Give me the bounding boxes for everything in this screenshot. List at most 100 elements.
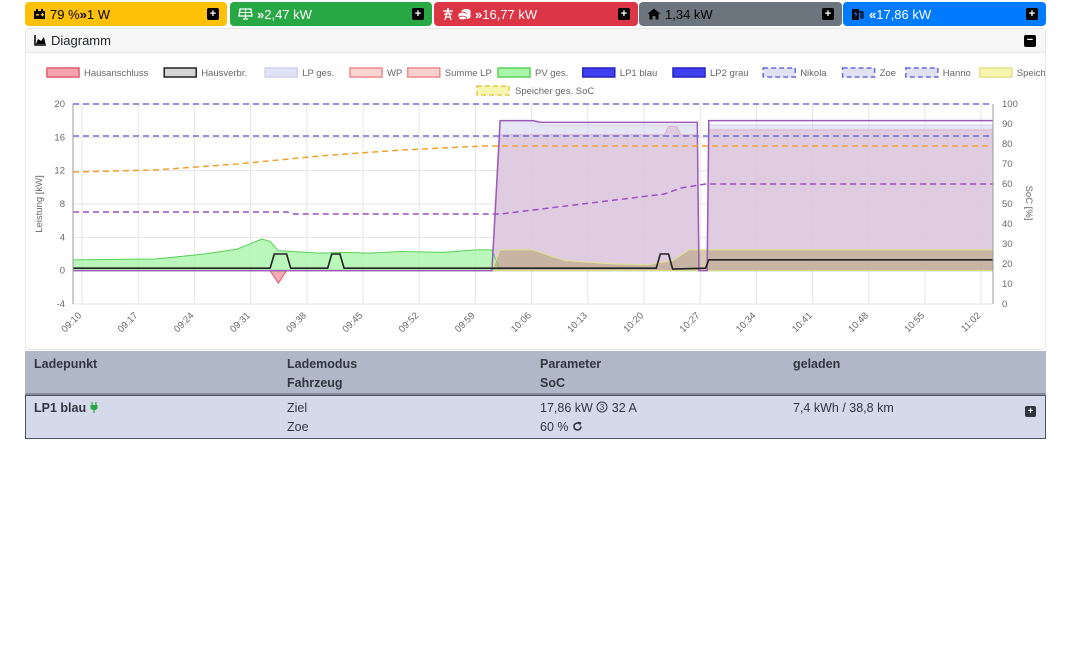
battery-soc: 79 % [50, 6, 80, 22]
chart-areas [72, 120, 994, 285]
y-tick-label: 0 [60, 266, 65, 277]
x-tick-label: 10:48 [846, 310, 871, 335]
x-tick-label: 09:24 [172, 310, 197, 335]
table-header: Ladepunkt Lademodus Fahrzeug Parameter S… [25, 351, 1046, 395]
y-tick-label: 16 [54, 132, 65, 143]
header-geladen: geladen [793, 357, 841, 371]
phase-3-icon: 3 [596, 401, 608, 416]
y2-tick-label: 10 [1002, 279, 1013, 290]
y2-tick-label: 70 [1002, 159, 1013, 170]
charge-current-value: 32 A [608, 401, 637, 415]
legend-swatch [497, 67, 531, 78]
soc-value: 60 % [540, 420, 569, 434]
expand-grid-button[interactable]: + [618, 8, 630, 20]
y-tick-label: 4 [60, 232, 65, 243]
x-tick-label: 10:34 [734, 310, 759, 335]
soc-cell[interactable]: 60 % [540, 420, 583, 435]
y2-tick-label: 100 [1002, 99, 1018, 110]
x-tick-label: 09:52 [397, 310, 422, 335]
legend-swatch [905, 67, 939, 78]
x-tick-label: 09:10 [60, 310, 85, 335]
y2-tick-label: 50 [1002, 199, 1013, 210]
x-tick-label: 11:02 [959, 310, 983, 334]
power-tower-icon [442, 7, 454, 21]
y2-tick-label: 40 [1002, 219, 1013, 230]
table-row[interactable]: LP1 blau Ziel Zoe 17,86 kW 3 32 A 60 % 7… [25, 395, 1046, 439]
y-tick-label: 12 [54, 166, 65, 177]
legend-swatch [407, 67, 441, 78]
area-lp-ges- [73, 120, 994, 272]
double-chevron-right-icon: » [79, 6, 87, 22]
home-icon [647, 8, 661, 20]
legend-label: Hausanschluss [84, 68, 149, 79]
double-chevron-right-icon: » [257, 6, 265, 22]
legend-label: LP1 blau [620, 68, 658, 79]
x-tick-label: 10:55 [903, 310, 928, 335]
x-tick-label: 09:31 [228, 310, 253, 335]
power-chart[interactable]: Hausanschluss Hausverbr. LP ges. WP Summe LP… [26, 53, 1045, 349]
legend-label: WP [387, 68, 402, 79]
legend-label: Hanno [943, 68, 971, 79]
legend-label: Hausverbr. [201, 68, 247, 79]
x-tick-label: 10:27 [678, 310, 703, 335]
diagram-title: Diagramm [51, 33, 111, 48]
coins-icon [458, 8, 471, 20]
vehicle-name[interactable]: Zoe [287, 420, 309, 434]
chargepoint-table: Ladepunkt Lademodus Fahrzeug Parameter S… [25, 351, 1046, 441]
legend-label: PV ges. [535, 68, 568, 79]
y2-tick-label: 60 [1002, 179, 1013, 190]
collapse-diagram-button[interactable]: − [1024, 35, 1036, 47]
battery-car-icon [33, 8, 46, 20]
legend-label: Summe LP [445, 68, 492, 79]
x-tick-label: 10:20 [622, 310, 647, 335]
x-tick-label: 09:59 [453, 310, 478, 335]
legend-swatch [979, 67, 1013, 78]
legend-swatch [264, 67, 298, 78]
house-power: 1,34 kW [665, 6, 713, 22]
y-tick-label: 8 [60, 199, 65, 210]
y-axis-label: Leistung [kW] [34, 175, 45, 233]
house-tile[interactable]: 1,34 kW + [639, 2, 842, 26]
expand-house-button[interactable]: + [822, 8, 834, 20]
expand-charge-button[interactable]: + [1026, 8, 1038, 20]
legend-label: Nikola [800, 68, 827, 79]
y2-tick-label: 90 [1002, 119, 1013, 130]
legend-label: Speicher ges. [1017, 68, 1045, 79]
x-tick-label: 09:38 [284, 310, 309, 335]
double-chevron-right-icon: » [475, 6, 483, 22]
pv-tile[interactable]: » 2,47 kW + [230, 2, 432, 26]
plug-icon [90, 401, 98, 416]
x-tick-label: 10:06 [509, 310, 534, 335]
refresh-icon[interactable] [572, 421, 583, 435]
battery-tile[interactable]: 79 % » 1 W + [25, 2, 227, 26]
header-parameter: Parameter [540, 357, 602, 371]
grid-tile[interactable]: » 16,77 kW + [434, 2, 638, 26]
svg-text:3: 3 [600, 403, 605, 412]
y2-tick-label: 80 [1002, 139, 1013, 150]
legend-label: LP2 grau [710, 68, 749, 79]
charge-power-value: 17,86 kW [540, 401, 593, 415]
legend-label: Speicher ges. SoC [515, 86, 594, 97]
x-tick-label: 09:45 [341, 310, 366, 335]
charge-parameters: 17,86 kW 3 32 A [540, 401, 637, 416]
y2-tick-label: 0 [1002, 299, 1007, 310]
charge-tile[interactable]: « 17,86 kW + [843, 2, 1046, 26]
chart-legend: Hausanschluss Hausverbr. LP ges. WP Summe LP… [46, 67, 1045, 97]
legend-swatch [582, 67, 616, 78]
header-lademodus: Lademodus [287, 357, 358, 371]
charge-mode[interactable]: Ziel [287, 401, 307, 415]
diagram-header[interactable]: Diagramm − [26, 29, 1045, 53]
chargepoint-name[interactable]: LP1 blau [34, 401, 98, 416]
legend-swatch [349, 67, 383, 78]
solar-panel-icon [238, 8, 253, 20]
y-tick-label: 20 [54, 99, 65, 110]
charge-power: 17,86 kW [876, 6, 932, 22]
expand-pv-button[interactable]: + [412, 8, 424, 20]
header-fahrzeug: Fahrzeug [287, 376, 343, 390]
expand-chargepoint-button[interactable]: + [1025, 406, 1036, 417]
expand-battery-button[interactable]: + [207, 8, 219, 20]
x-tick-label: 10:13 [565, 310, 590, 335]
x-tick-label: 10:41 [790, 310, 815, 335]
x-tick-label: 09:17 [116, 310, 141, 335]
legend-swatch [163, 67, 197, 78]
